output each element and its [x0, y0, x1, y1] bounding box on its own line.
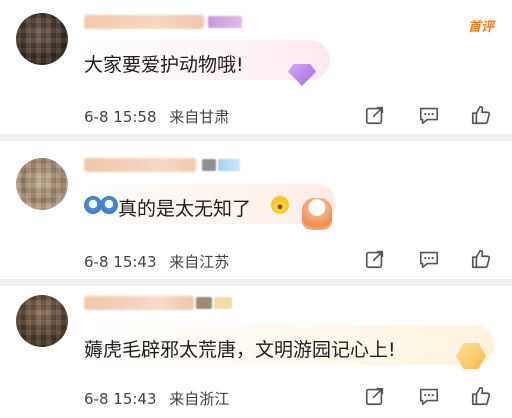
- laughing-emoji-icon: [271, 196, 289, 214]
- comment-text: 大家要爱护动物哦!: [84, 54, 244, 76]
- first-comment-tag: 首评: [467, 20, 494, 35]
- like-icon[interactable]: [470, 385, 492, 407]
- comment-location: 来自江苏: [169, 253, 230, 271]
- user-badge-icon: [196, 297, 212, 309]
- comment-icon[interactable]: [418, 248, 440, 270]
- comment-date: 6-8: [84, 108, 109, 126]
- comment-text: 真的是太无知了: [118, 198, 252, 220]
- gem-icon: [288, 64, 316, 86]
- like-icon[interactable]: [470, 104, 492, 126]
- comment-item: 薅虎毛辟邪太荒唐，文明游园记心上! 6-8 15:43 来自浙江: [0, 285, 512, 418]
- comment-item: 真的是太无知了 6-8 15:43 来自江苏: [0, 140, 512, 280]
- username-blurred[interactable]: [84, 296, 194, 310]
- emoji-icon: [100, 196, 118, 214]
- comment-date: 6-8: [84, 390, 109, 408]
- comment-list: 首评 大家要爱护动物哦! 6-8 15:58 来自甘肃 真的是太无知了 6-8 …: [0, 0, 512, 418]
- username-blurred[interactable]: [84, 158, 196, 172]
- comment-meta: 6-8 15:58 来自甘肃: [84, 106, 229, 127]
- avatar[interactable]: [16, 13, 68, 65]
- mascot-icon: [302, 198, 332, 230]
- avatar[interactable]: [16, 158, 68, 210]
- comment-text: 薅虎毛辟邪太荒唐，文明游园记心上!: [84, 339, 396, 361]
- avatar[interactable]: [16, 295, 68, 347]
- user-badge-icon: [208, 16, 242, 28]
- share-icon[interactable]: [364, 385, 386, 407]
- comment-time: 15:43: [113, 253, 157, 271]
- username-blurred[interactable]: [84, 15, 204, 29]
- user-badge-icon: [214, 297, 232, 309]
- comment-location: 来自浙江: [169, 390, 230, 408]
- share-icon[interactable]: [364, 248, 386, 270]
- comment-item: 首评 大家要爱护动物哦! 6-8 15:58 来自甘肃: [0, 0, 512, 134]
- user-badge-icon: [202, 159, 216, 171]
- comment-time: 15:43: [113, 390, 157, 408]
- comment-time: 15:58: [113, 108, 157, 126]
- comment-meta: 6-8 15:43 来自浙江: [84, 388, 229, 409]
- comment-icon[interactable]: [418, 104, 440, 126]
- user-badge-icon: [218, 159, 240, 171]
- comment-icon[interactable]: [418, 385, 440, 407]
- comment-date: 6-8: [84, 253, 109, 271]
- share-icon[interactable]: [364, 104, 386, 126]
- like-icon[interactable]: [470, 248, 492, 270]
- comment-location: 来自甘肃: [169, 108, 230, 126]
- comment-meta: 6-8 15:43 来自江苏: [84, 251, 229, 272]
